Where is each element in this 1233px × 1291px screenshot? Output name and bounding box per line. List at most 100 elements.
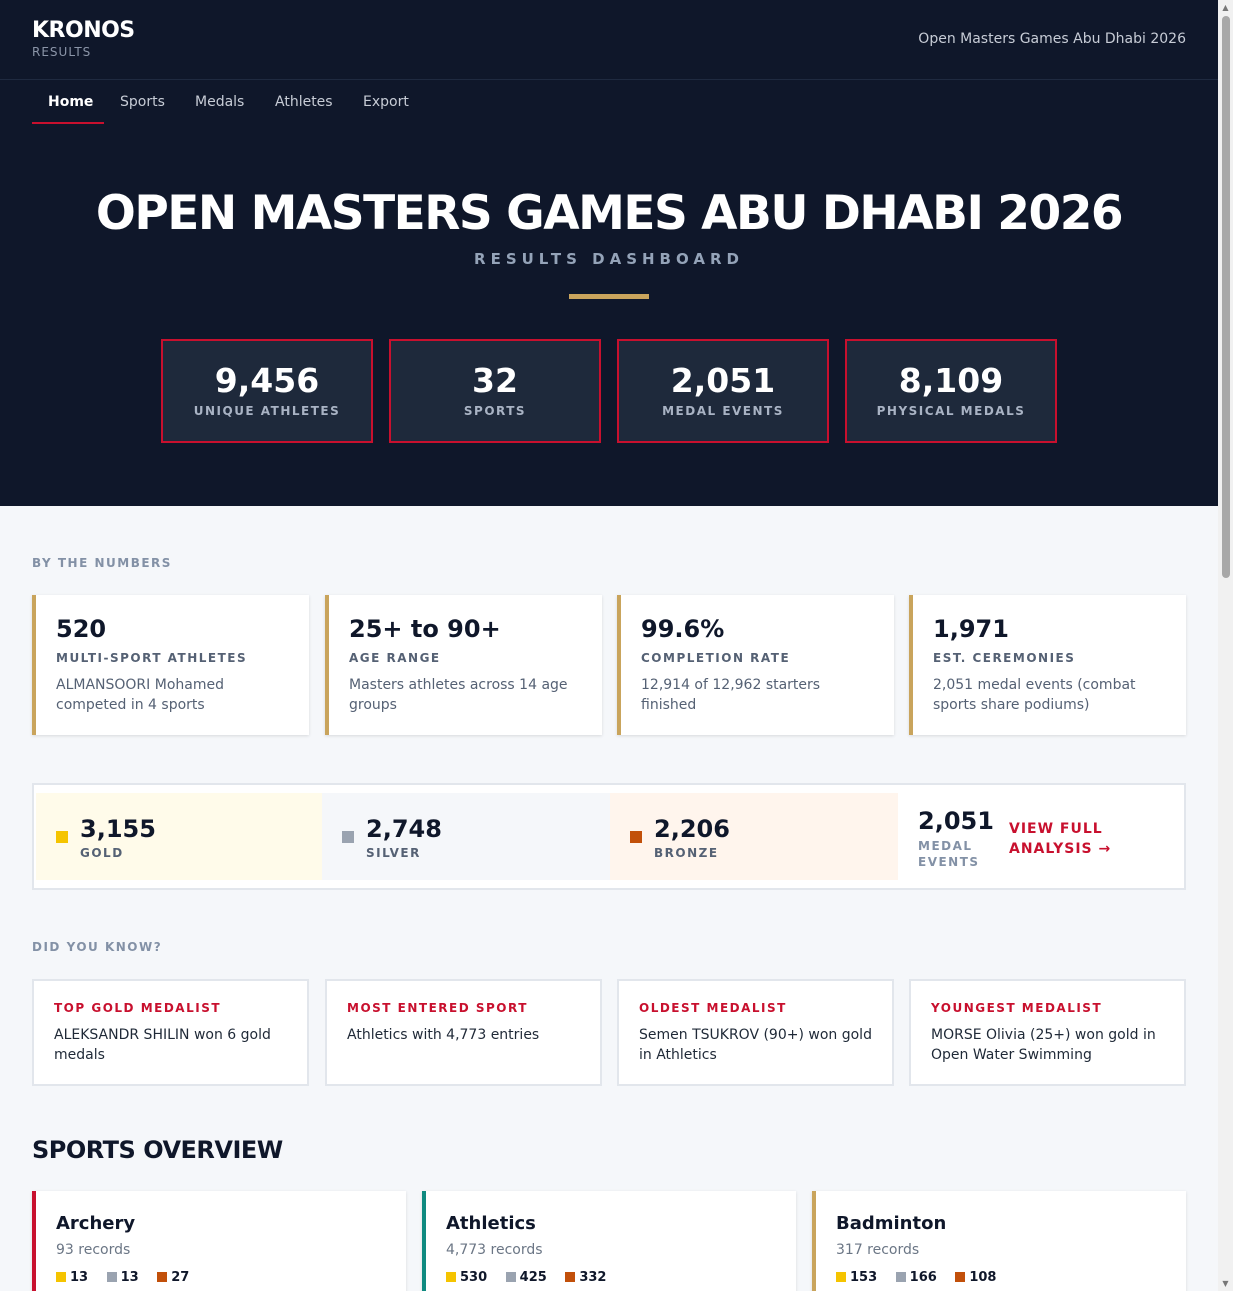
nav-home[interactable]: Home [48, 94, 93, 110]
medal-bronze-cell: 2,206 BRONZE [610, 793, 898, 880]
silver-label: SILVER [366, 846, 421, 860]
silver-medal-icon [895, 1272, 906, 1282]
brand-logo[interactable]: KRONOS RESULTS [32, 18, 135, 59]
medal-summary-panel: 3,155 GOLD 2,748 SILVER 2,206 BRONZE 2,0… [32, 783, 1186, 890]
stat-label: MEDAL EVENTS [662, 404, 784, 418]
bronze-count: 108 [969, 1270, 997, 1285]
bronze-count: 2,206 [654, 815, 730, 843]
bronze-label: BRONZE [654, 846, 719, 860]
sport-card-archery[interactable]: Archery 93 records 13 13 27 [32, 1191, 406, 1291]
scroll-up-arrow-icon[interactable]: ▲ [1218, 0, 1233, 15]
sport-card-badminton[interactable]: Badminton 317 records 153 166 108 [812, 1191, 1186, 1291]
number-card-multi-sport: 520 MULTI-SPORT ATHLETES ALMANSOORI Moha… [32, 595, 309, 735]
fact-text: ALEKSANDR SHILIN won 6 gold medals [54, 1027, 271, 1063]
number-value: 520 [56, 615, 107, 643]
number-desc: 2,051 medal events (combat sports share … [933, 677, 1136, 713]
silver-medal-icon [505, 1272, 516, 1282]
number-label: COMPLETION RATE [641, 651, 791, 665]
sport-medal-counts: 13 13 27 [56, 1270, 386, 1285]
hero-subtitle: RESULTS DASHBOARD [474, 250, 744, 268]
bronze-medal-icon [565, 1272, 576, 1282]
sport-records: 4,773 records [446, 1242, 543, 1258]
hero: OPEN MASTERS GAMES ABU DHABI 2026 RESULT… [0, 126, 1218, 506]
fact-title: YOUNGEST MEDALIST [931, 1001, 1103, 1015]
stat-sports: 32 SPORTS [389, 339, 601, 443]
bronze-medal-icon [157, 1272, 168, 1282]
sport-name: Badminton [836, 1213, 947, 1234]
event-name: Open Masters Games Abu Dhabi 2026 [918, 31, 1186, 47]
nav-athletes[interactable]: Athletes [275, 94, 333, 110]
fact-card-youngest: YOUNGEST MEDALIST MORSE Olivia (25+) won… [909, 979, 1186, 1086]
scrollbar-thumb[interactable] [1222, 16, 1230, 578]
scroll-down-arrow-icon[interactable]: ▼ [1218, 1276, 1233, 1291]
stat-label: PHYSICAL MEDALS [876, 404, 1026, 418]
gold-count: 153 [850, 1270, 878, 1285]
medal-silver-cell: 2,748 SILVER [322, 793, 610, 880]
nav-active-indicator [32, 122, 104, 124]
number-value: 99.6% [641, 615, 725, 643]
number-card-ceremonies: 1,971 EST. CEREMONIES 2,051 medal events… [909, 595, 1186, 735]
vertical-scrollbar[interactable]: ▲ ▼ [1218, 0, 1233, 1291]
silver-count: 13 [120, 1270, 139, 1285]
number-desc: ALMANSOORI Mohamed competed in 4 sports [56, 677, 224, 713]
did-you-know-label: DID YOU KNOW? [32, 940, 163, 954]
stat-label: SPORTS [463, 404, 527, 418]
gold-medal-icon [836, 1272, 846, 1282]
fact-text: Semen TSUKROV (90+) won gold in Athletic… [639, 1027, 872, 1063]
stat-unique-athletes: 9,456 UNIQUE ATHLETES [161, 339, 373, 443]
nav-medals[interactable]: Medals [195, 94, 244, 110]
gold-count: 530 [460, 1270, 488, 1285]
number-label: AGE RANGE [349, 651, 441, 665]
sport-medal-counts: 153 166 108 [836, 1270, 1166, 1285]
by-the-numbers-label: BY THE NUMBERS [32, 556, 172, 570]
sport-records: 317 records [836, 1242, 920, 1258]
hero-divider [569, 294, 649, 299]
bronze-count: 27 [171, 1270, 190, 1285]
fact-text: MORSE Olivia (25+) won gold in Open Wate… [931, 1027, 1156, 1063]
stat-value: 9,456 [214, 361, 320, 400]
stat-physical-medals: 8,109 PHYSICAL MEDALS [845, 339, 1057, 443]
number-value: 1,971 [933, 615, 1009, 643]
fact-title: OLDEST MEDALIST [639, 1001, 787, 1015]
brand-name: KRONOS [32, 18, 135, 43]
fact-card-top-gold: TOP GOLD MEDALIST ALEKSANDR SHILIN won 6… [32, 979, 309, 1086]
number-label: MULTI-SPORT ATHLETES [56, 651, 248, 665]
page: KRONOS RESULTS Open Masters Games Abu Dh… [0, 0, 1218, 1291]
number-desc: 12,914 of 12,962 starters finished [641, 677, 821, 713]
silver-medal-icon [342, 831, 354, 843]
sport-medal-counts: 530 425 332 [446, 1270, 776, 1285]
fact-card-oldest: OLDEST MEDALIST Semen TSUKROV (90+) won … [617, 979, 894, 1086]
nav-export[interactable]: Export [363, 94, 409, 110]
sport-records: 93 records [56, 1242, 131, 1258]
bronze-medal-icon [630, 831, 642, 843]
nav-sports[interactable]: Sports [120, 94, 165, 110]
silver-count: 425 [519, 1270, 547, 1285]
gold-count: 13 [70, 1270, 89, 1285]
bronze-count: 332 [579, 1270, 607, 1285]
bronze-medal-icon [955, 1272, 966, 1282]
medal-events-label: MEDAL EVENTS [918, 839, 980, 869]
fact-title: MOST ENTERED SPORT [347, 1001, 528, 1015]
main-nav: Home Sports Medals Athletes Export [0, 80, 1218, 126]
sport-name: Athletics [446, 1213, 536, 1234]
number-card-completion-rate: 99.6% COMPLETION RATE 12,914 of 12,962 s… [617, 595, 894, 735]
fact-card-most-entered: MOST ENTERED SPORT Athletics with 4,773 … [325, 979, 602, 1086]
gold-medal-icon [56, 831, 68, 843]
sport-name: Archery [56, 1213, 136, 1234]
medal-events-count: 2,051 [918, 807, 994, 835]
stat-value: 2,051 [670, 361, 776, 400]
silver-count: 2,748 [366, 815, 442, 843]
sport-card-athletics[interactable]: Athletics 4,773 records 530 425 332 [422, 1191, 796, 1291]
gold-label: GOLD [80, 846, 124, 860]
stat-label: UNIQUE ATHLETES [193, 404, 341, 418]
stat-value: 32 [472, 361, 518, 400]
fact-text: Athletics with 4,773 entries [347, 1027, 540, 1043]
gold-medal-icon [56, 1272, 66, 1282]
fact-title: TOP GOLD MEDALIST [54, 1001, 222, 1015]
number-card-age-range: 25+ to 90+ AGE RANGE Masters athletes ac… [325, 595, 602, 735]
number-value: 25+ to 90+ [349, 615, 501, 643]
view-full-analysis-link[interactable]: VIEW FULL ANALYSIS → [1009, 819, 1139, 859]
number-label: EST. CEREMONIES [933, 651, 1076, 665]
hero-title: OPEN MASTERS GAMES ABU DHABI 2026 [95, 186, 1124, 241]
gold-count: 3,155 [80, 815, 156, 843]
